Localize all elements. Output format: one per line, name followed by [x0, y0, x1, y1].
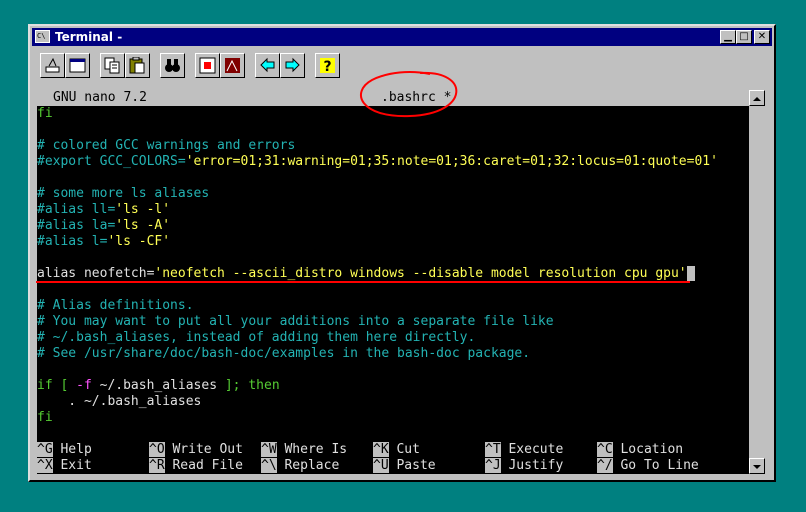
annotation-layer: [36, 71, 690, 283]
red-circle-annotation: [360, 71, 458, 118]
